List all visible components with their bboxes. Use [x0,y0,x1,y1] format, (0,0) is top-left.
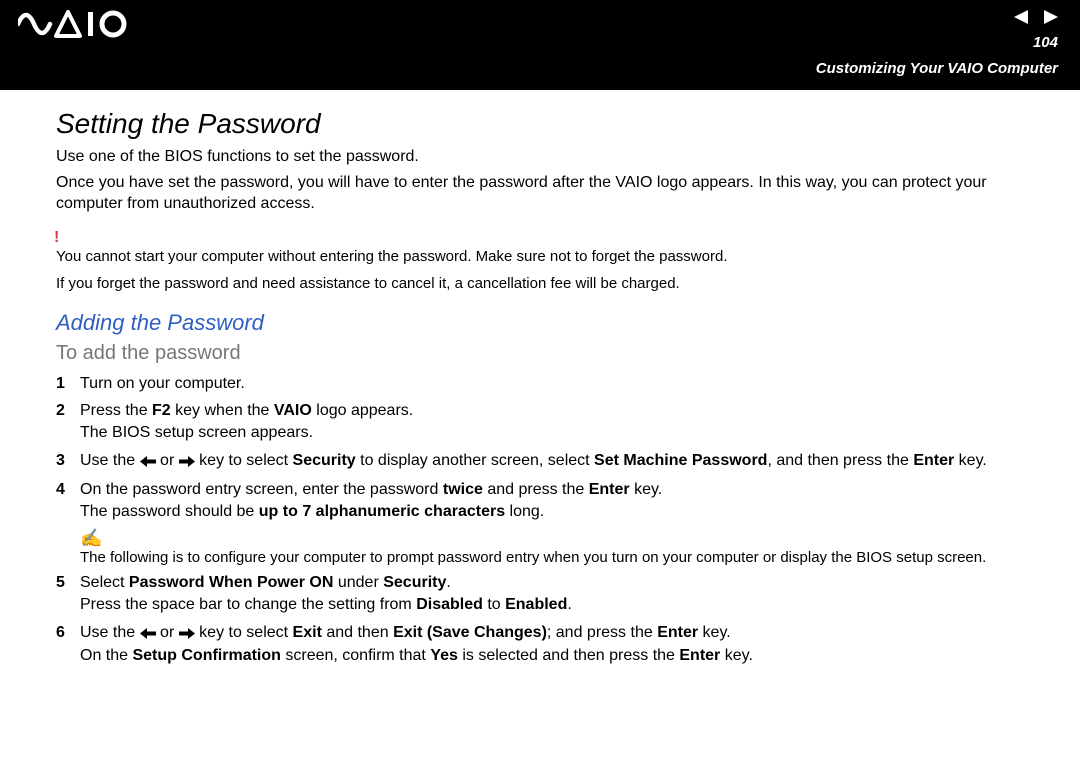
step-3: 3 Use the or key to select Security to d… [56,450,1046,474]
note-block: ✍ The following is to configure your com… [80,528,1046,566]
page-number: 104 [1033,34,1058,51]
arrow-left-icon [140,452,156,474]
arrow-right-icon [179,452,195,474]
step-1: 1 Turn on your computer. [56,373,1046,395]
intro-text-1: Use one of the BIOS functions to set the… [56,146,1046,168]
section-title: Customizing Your VAIO Computer [816,60,1058,77]
step-5: 5 Select Password When Power ON under Se… [56,572,1046,615]
note-icon: ✍ [80,528,1046,549]
step-4: 4 On the password entry screen, enter th… [56,479,1046,522]
note-text: The following is to configure your compu… [80,549,1046,566]
step-number: 1 [56,373,80,395]
step-number: 3 [56,450,80,472]
step-text: On the password entry screen, enter the … [80,479,1046,522]
vaio-logo [18,10,128,38]
step-2: 2 Press the F2 key when the VAIO logo ap… [56,400,1046,443]
prev-page-button[interactable] [1014,10,1032,24]
step-number: 6 [56,622,80,644]
step-number: 4 [56,479,80,501]
step-heading: To add the password [56,342,1046,365]
step-text: Select Password When Power ON under Secu… [80,572,1046,615]
header-bar: 104 Customizing Your VAIO Computer [0,0,1080,90]
arrow-left-icon [140,624,156,646]
subheading: Adding the Password [56,310,1046,336]
intro-text-2: Once you have set the password, you will… [56,172,1046,215]
warning-text-1: You cannot start your computer without e… [56,247,1046,267]
arrow-right-icon [179,624,195,646]
step-number: 2 [56,400,80,422]
warning-icon: ! [54,229,1046,247]
nav-arrows [1014,10,1058,24]
page-heading: Setting the Password [56,108,1046,140]
step-text: Use the or key to select Exit and then E… [80,622,1046,667]
warning-text-2: If you forget the password and need assi… [56,274,1046,294]
step-text: Use the or key to select Security to dis… [80,450,1046,474]
warning-block: ! You cannot start your computer without… [56,229,1046,294]
steps-list: 1 Turn on your computer. 2 Press the F2 … [56,373,1046,667]
step-6: 6 Use the or key to select Exit and then… [56,622,1046,667]
page-content: Setting the Password Use one of the BIOS… [0,90,1080,667]
step-text: Press the F2 key when the VAIO logo appe… [80,400,1046,443]
step-number: 5 [56,572,80,594]
next-page-button[interactable] [1040,10,1058,24]
step-text: Turn on your computer. [80,373,1046,395]
